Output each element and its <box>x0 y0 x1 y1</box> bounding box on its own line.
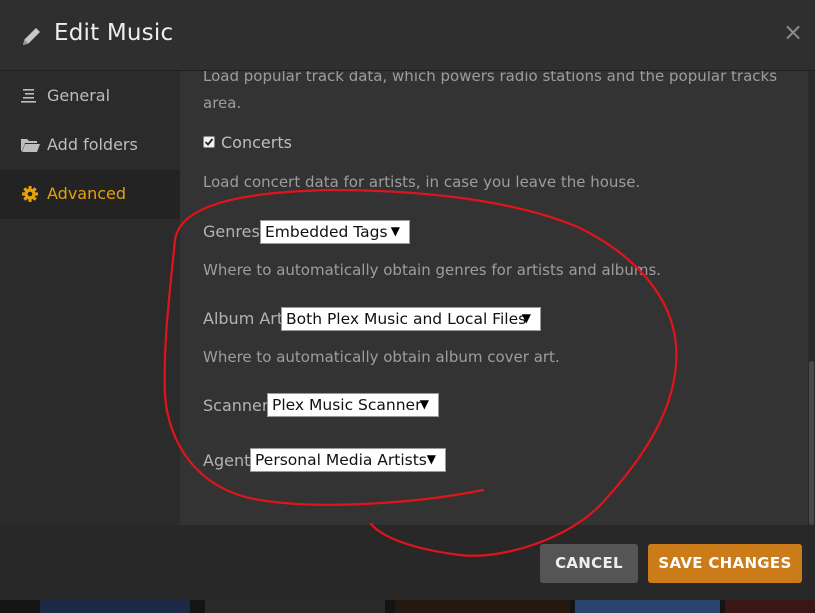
concerts-description: Load concert data for artists, in case y… <box>203 173 641 191</box>
genres-description: Where to automatically obtain genres for… <box>203 261 662 279</box>
agent-select-value: Personal Media Artists <box>255 451 427 469</box>
background-album-thumbnails <box>0 600 815 613</box>
chevron-down-icon: ▼ <box>419 397 429 411</box>
scrollbar-thumb[interactable] <box>809 361 814 525</box>
popular-tracks-description: Load popular track data, which powers ra… <box>203 71 778 112</box>
content-scrollbar[interactable] <box>808 71 815 525</box>
sidebar-item-label: General <box>47 86 111 105</box>
scanner-select-value: Plex Music Scanner <box>272 396 422 414</box>
settings-sidebar: General Add folders Advanced <box>0 71 180 525</box>
album-art-select-value: Both Plex Music and Local Files <box>286 310 527 328</box>
concerts-checkbox[interactable] <box>203 136 215 148</box>
cancel-button[interactable]: CANCEL <box>540 544 638 583</box>
edit-music-dialog: Edit Music × General Add folders Advance… <box>0 0 815 600</box>
save-changes-button[interactable]: SAVE CHANGES <box>648 544 802 583</box>
sidebar-item-label: Add folders <box>47 135 138 154</box>
album-art-label: Album Art <box>203 309 284 328</box>
genres-select-value: Embedded Tags <box>265 223 388 241</box>
chevron-down-icon: ▼ <box>521 311 531 325</box>
scanner-select[interactable]: Plex Music Scanner ▼ <box>267 393 439 417</box>
sidebar-item-add-folders[interactable]: Add folders <box>0 121 180 170</box>
agent-select[interactable]: Personal Media Artists ▼ <box>250 448 446 472</box>
genres-select[interactable]: Embedded Tags ▼ <box>260 220 410 244</box>
close-icon[interactable]: × <box>783 18 803 46</box>
concerts-label[interactable]: Concerts <box>221 133 292 152</box>
gear-icon <box>22 186 38 202</box>
agent-label: Agent <box>203 451 251 470</box>
list-icon <box>21 89 36 103</box>
dialog-title: Edit Music <box>54 20 174 46</box>
chevron-down-icon: ▼ <box>390 224 400 238</box>
sidebar-item-advanced[interactable]: Advanced <box>0 170 180 219</box>
scanner-label: Scanner <box>203 396 269 415</box>
advanced-settings-panel[interactable]: Load popular track data, which powers ra… <box>180 71 808 525</box>
sidebar-item-general[interactable]: General <box>0 72 180 121</box>
pencil-icon <box>23 28 40 45</box>
folder-icon <box>21 139 40 152</box>
dialog-footer: CANCEL SAVE CHANGES <box>0 525 815 600</box>
dialog-header: Edit Music × <box>0 0 815 71</box>
sidebar-item-label: Advanced <box>47 184 127 203</box>
album-art-description: Where to automatically obtain album cove… <box>203 348 560 366</box>
chevron-down-icon: ▼ <box>426 452 436 466</box>
album-art-select[interactable]: Both Plex Music and Local Files ▼ <box>281 307 541 331</box>
genres-label: Genres <box>203 222 260 241</box>
